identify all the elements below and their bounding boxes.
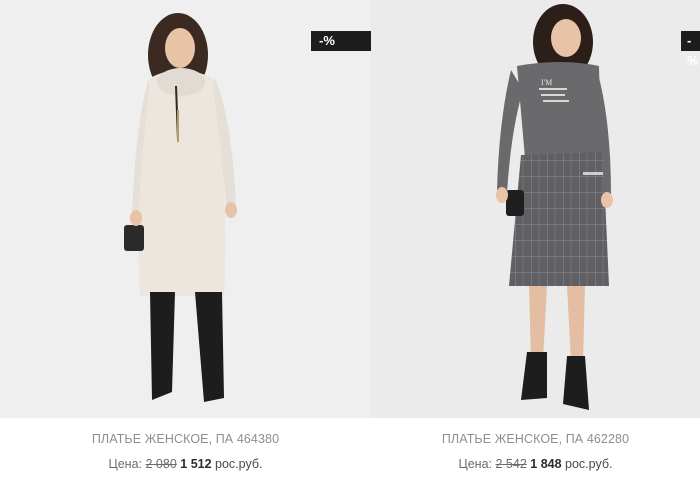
svg-text:I'M: I'M [541,78,552,87]
product-card[interactable]: I'M -% ПЛАТЬЕ ЖЕНСКОЕ, ПА 462280 Цена: 2… [371,0,700,479]
price-label: Цена: [108,457,143,471]
product-title[interactable]: ПЛАТЬЕ ЖЕНСКОЕ, ПА 464380 [0,432,371,446]
product-card[interactable]: -% ПЛАТЬЕ ЖЕНСКОЕ, ПА 464380 Цена: 2 080… [0,0,371,479]
currency: рос.руб. [565,457,613,471]
discount-badge: -% [681,31,700,68]
currency: рос.руб. [215,457,263,471]
product-price: Цена: 2 080 1 512 рос.руб. [0,457,371,471]
model-in-light-dress-image [124,13,237,402]
product-price: Цена: 2 542 1 848 рос.руб. [371,457,700,471]
old-price: 2 080 [145,457,177,471]
price-label: Цена: [458,457,493,471]
model-in-grey-check-dress-image: I'M [496,4,613,410]
new-price: 1 512 [180,457,212,471]
new-price: 1 848 [530,457,562,471]
product-photo[interactable] [0,0,371,418]
discount-badge: -% [311,31,371,51]
old-price: 2 542 [495,457,527,471]
product-title[interactable]: ПЛАТЬЕ ЖЕНСКОЕ, ПА 462280 [371,432,700,446]
product-photo[interactable]: I'M [371,0,700,418]
